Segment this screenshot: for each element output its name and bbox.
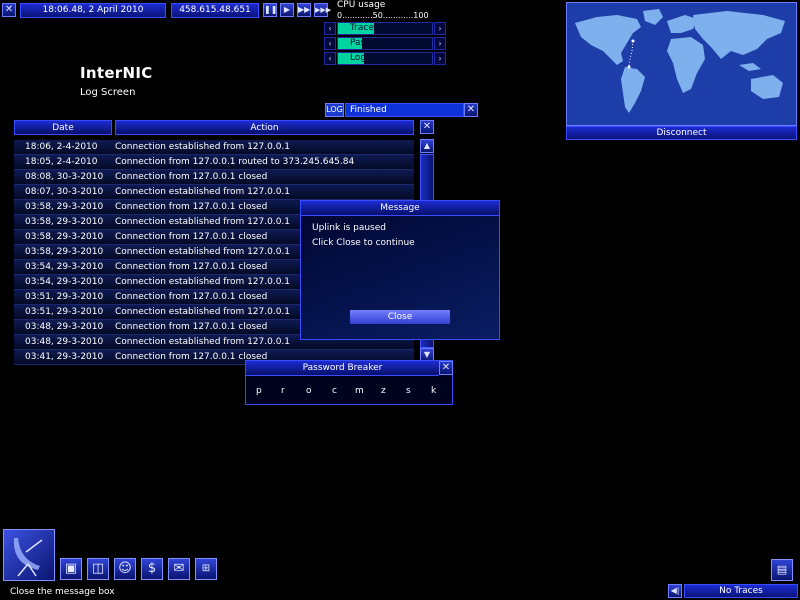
memory-icon[interactable]: ◫ bbox=[87, 558, 109, 580]
finance-icon[interactable]: $ bbox=[141, 558, 163, 580]
close-button[interactable]: Close bbox=[350, 310, 450, 324]
decrease-priority-icon[interactable]: ‹ bbox=[324, 22, 336, 35]
ip-address-display: 458.615.48.651 bbox=[171, 3, 259, 18]
password-char: s bbox=[406, 386, 411, 396]
password-char: o bbox=[306, 386, 312, 396]
task-trace-tracker[interactable]: ‹ Trace_Tracker › bbox=[324, 22, 446, 35]
task-password-breaker[interactable]: ‹ Password_Breaker › bbox=[324, 37, 446, 50]
log-row[interactable]: 08:08, 30-3-2010 Connection from 127.0.0.… bbox=[14, 170, 414, 185]
pause-icon[interactable]: ❚❚ bbox=[263, 3, 277, 17]
message-dialog: Message Uplink is paused Click Close to … bbox=[300, 200, 500, 340]
person-icon[interactable]: ☺ bbox=[114, 558, 136, 580]
increase-priority-icon[interactable]: › bbox=[434, 37, 446, 50]
message-title: Message bbox=[301, 201, 499, 216]
task-log-deleter[interactable]: ‹ Log_Deleter › bbox=[324, 52, 446, 65]
password-breaker-window: Password Breaker ✕ p r o c m z s k bbox=[245, 360, 453, 405]
log-deleter-status: Finished bbox=[345, 103, 464, 117]
increase-priority-icon[interactable]: › bbox=[434, 22, 446, 35]
network-icon[interactable]: ⊞ bbox=[195, 558, 217, 580]
fastest-forward-icon[interactable]: ▶▶▶ bbox=[314, 3, 331, 17]
trace-status: No Traces bbox=[684, 584, 798, 598]
password-char: k bbox=[431, 386, 437, 396]
message-line-1: Uplink is paused bbox=[312, 223, 386, 233]
world-map[interactable] bbox=[566, 2, 797, 126]
notes-icon[interactable]: ▤ bbox=[771, 559, 793, 581]
close-session-button[interactable]: ✕ bbox=[2, 3, 16, 17]
cpu-usage-title: CPU usage bbox=[337, 0, 386, 10]
log-row[interactable]: 18:06, 2-4-2010 Connection established fr… bbox=[14, 140, 414, 155]
increase-priority-icon[interactable]: › bbox=[434, 52, 446, 65]
log-badge: LOG bbox=[325, 103, 344, 117]
play-icon[interactable]: ▶ bbox=[280, 3, 294, 17]
column-header-action[interactable]: Action bbox=[115, 120, 414, 135]
close-password-breaker-button[interactable]: ✕ bbox=[439, 361, 453, 375]
speaker-icon[interactable]: ◀| bbox=[668, 584, 682, 598]
disconnect-button[interactable]: Disconnect bbox=[566, 126, 797, 140]
password-breaker-title: Password Breaker bbox=[246, 361, 439, 376]
log-row[interactable]: 08:07, 30-3-2010 Connection established f… bbox=[14, 185, 414, 200]
decrease-priority-icon[interactable]: ‹ bbox=[324, 52, 336, 65]
email-icon[interactable]: ✉ bbox=[168, 558, 190, 580]
scroll-up-icon[interactable]: ▲ bbox=[420, 139, 434, 153]
password-char: z bbox=[381, 386, 386, 396]
computer-icon[interactable]: ▣ bbox=[60, 558, 82, 580]
close-log-deleter-button[interactable]: ✕ bbox=[464, 103, 478, 117]
cpu-usage-scale: 0............50............100 bbox=[337, 11, 429, 20]
password-char: m bbox=[355, 386, 364, 396]
log-row[interactable]: 18:05, 2-4-2010 Connection from 127.0.0.1… bbox=[14, 155, 414, 170]
date-time-display: 18:06.48, 2 April 2010 bbox=[20, 3, 166, 18]
message-line-2: Click Close to continue bbox=[312, 238, 415, 248]
fast-forward-icon[interactable]: ▶▶ bbox=[297, 3, 311, 17]
password-char: p bbox=[256, 386, 262, 396]
world-map-icon bbox=[575, 9, 785, 113]
password-char: c bbox=[332, 386, 337, 396]
satellite-dish-icon[interactable] bbox=[3, 529, 55, 581]
column-header-date[interactable]: Date bbox=[14, 120, 112, 135]
decrease-priority-icon[interactable]: ‹ bbox=[324, 37, 336, 50]
password-char: r bbox=[281, 386, 285, 396]
status-hint: Close the message box bbox=[10, 587, 115, 597]
close-log-screen-button[interactable]: ✕ bbox=[420, 120, 434, 134]
server-name: InterNIC bbox=[80, 64, 153, 82]
screen-title: Log Screen bbox=[80, 87, 136, 98]
